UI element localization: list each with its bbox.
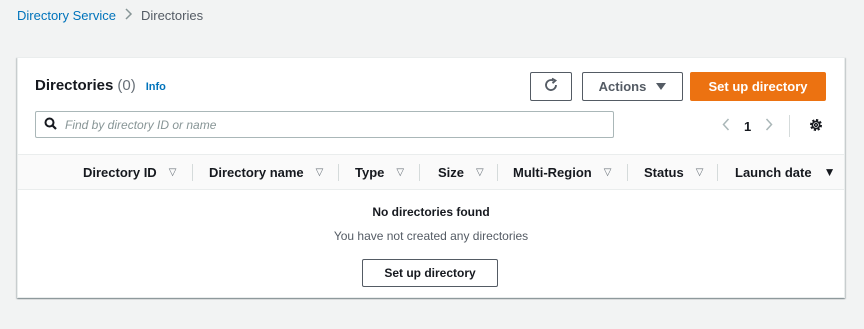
column-divider: [192, 164, 193, 181]
page-title: Directories: [35, 77, 114, 94]
column-header-directory-id[interactable]: Directory ID ▽: [83, 155, 176, 189]
next-page-icon[interactable]: [765, 117, 773, 135]
column-label: Status: [644, 164, 684, 180]
column-header-type[interactable]: Type ▽: [355, 155, 404, 189]
sort-icon: ▽: [315, 166, 324, 178]
sort-icon: ▽: [476, 166, 484, 178]
actions-dropdown-button[interactable]: Actions: [582, 72, 683, 101]
gear-icon[interactable]: [808, 117, 824, 136]
empty-state-heading: No directories found: [372, 205, 490, 219]
previous-page-icon[interactable]: [722, 117, 730, 135]
column-divider: [338, 164, 339, 181]
sort-icon: ▽: [396, 166, 405, 178]
column-label: Size: [438, 164, 465, 180]
refresh-icon: [543, 77, 559, 96]
directory-count: (0): [117, 77, 136, 94]
breadcrumb-separator-icon: [124, 8, 133, 23]
column-label: Type: [355, 164, 385, 180]
column-divider: [627, 164, 628, 181]
search-input[interactable]: [65, 117, 613, 132]
search-field[interactable]: [35, 111, 614, 138]
column-label: Directory name: [209, 164, 304, 180]
column-label: Launch date: [735, 164, 812, 180]
breadcrumb: Directory Service Directories: [17, 8, 203, 23]
sort-icon: ▽: [695, 166, 704, 178]
search-icon: [44, 117, 57, 133]
set-up-directory-button[interactable]: Set up directory: [690, 72, 826, 101]
column-header-launch-date[interactable]: Launch date ▼: [735, 155, 835, 189]
breadcrumb-directory-service-link[interactable]: Directory Service: [17, 8, 116, 23]
table-header: Directory ID ▽ Directory name ▽ Type ▽ S…: [18, 154, 844, 190]
sort-icon: ▽: [168, 166, 177, 178]
column-header-directory-name[interactable]: Directory name ▽: [209, 155, 323, 189]
directories-panel: Directories (0) Info Actions Set up dire…: [17, 57, 845, 298]
column-divider: [497, 164, 498, 181]
pagination: 1: [722, 115, 824, 137]
column-label: Multi-Region: [513, 164, 592, 180]
page-number[interactable]: 1: [744, 119, 751, 134]
sort-icon: ▽: [603, 166, 612, 178]
column-divider: [419, 164, 420, 181]
empty-state: No directories found You have not create…: [18, 205, 844, 243]
info-link[interactable]: Info: [146, 81, 166, 93]
column-header-status[interactable]: Status ▽: [644, 155, 703, 189]
column-label: Directory ID: [83, 164, 157, 180]
actions-label: Actions: [598, 79, 647, 94]
empty-state-set-up-directory-button[interactable]: Set up directory: [362, 259, 498, 287]
column-header-multi-region[interactable]: Multi-Region ▽: [513, 155, 611, 189]
refresh-button[interactable]: [530, 72, 572, 101]
pager-divider: [789, 115, 791, 137]
column-divider: [717, 164, 718, 181]
caret-down-icon: [656, 79, 667, 94]
sort-descending-icon: ▼: [823, 165, 836, 179]
empty-state-message: You have not created any directories: [333, 229, 529, 243]
breadcrumb-current: Directories: [140, 8, 204, 23]
panel-header: Directories (0) Info: [35, 77, 166, 94]
column-header-size[interactable]: Size ▽: [438, 155, 484, 189]
